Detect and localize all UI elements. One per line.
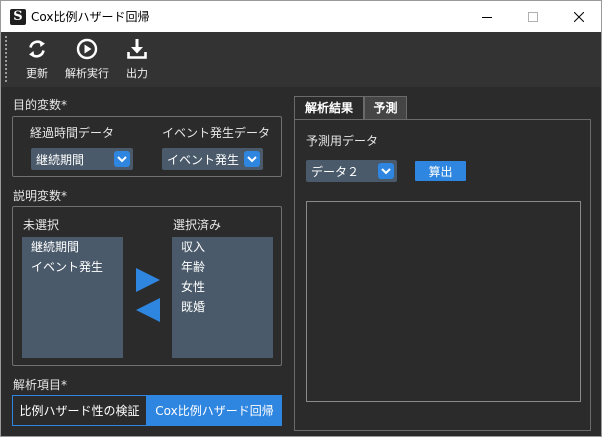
chevron-down-icon — [378, 163, 394, 179]
minimize-button[interactable] — [464, 1, 510, 32]
list-item[interactable]: 女性 — [172, 277, 273, 297]
objective-group: 経過時間データ 継続期間 イベント発生データ イベント発生 — [12, 116, 282, 177]
time-data-select[interactable]: 継続期間 — [31, 148, 133, 170]
list-item[interactable]: 既婚 — [172, 297, 273, 317]
unselected-list[interactable]: 継続期間 イベント発生 — [22, 237, 123, 358]
tab-prediction[interactable]: 予測 — [364, 96, 407, 120]
tab-results[interactable]: 解析結果 — [294, 96, 364, 120]
calculate-button[interactable]: 算出 — [415, 161, 466, 181]
chevron-down-icon — [244, 151, 260, 167]
event-data-value: イベント発生 — [167, 152, 240, 167]
list-item[interactable]: イベント発生 — [22, 257, 123, 277]
prediction-panel: 予測用データ データ２ 算出 — [294, 119, 591, 431]
unselected-label: 未選択 — [23, 218, 60, 232]
maximize-icon — [528, 11, 538, 22]
objective-section-label: 目的変数* — [13, 98, 68, 112]
prediction-data-value: データ２ — [311, 164, 360, 179]
selected-list[interactable]: 収入 年齢 女性 既婚 — [172, 237, 273, 358]
download-icon — [127, 39, 147, 59]
maximize-button[interactable] — [510, 1, 556, 32]
ph-assumption-test-button[interactable]: 比例ハザード性の検証 — [12, 395, 147, 426]
export-button[interactable]: 出力 — [123, 35, 151, 83]
time-data-value: 継続期間 — [36, 152, 85, 167]
close-button[interactable] — [556, 1, 602, 32]
arrow-right-icon — [136, 268, 160, 292]
arrow-left-icon — [136, 298, 160, 322]
toolbar: 更新 解析実行 出力 — [0, 32, 602, 87]
main-content: 目的変数* 経過時間データ 継続期間 イベント発生データ イベント発生 説明変数… — [0, 87, 602, 437]
selected-label: 選択済み — [173, 218, 222, 232]
export-label: 出力 — [126, 67, 148, 80]
explanatory-group: 未選択 継続期間 イベント発生 選択済み 収入 年齢 女性 既婚 — [12, 206, 282, 366]
refresh-icon — [29, 40, 45, 58]
app-icon: S — [10, 9, 26, 25]
list-item[interactable]: 継続期間 — [22, 237, 123, 257]
event-data-select[interactable]: イベント発生 — [162, 148, 263, 170]
close-icon — [574, 11, 584, 22]
refresh-label: 更新 — [26, 67, 48, 80]
event-data-label: イベント発生データ — [162, 126, 271, 140]
run-analysis-button[interactable]: 解析実行 — [64, 35, 110, 83]
toolbar-grip[interactable] — [5, 36, 7, 82]
run-analysis-label: 解析実行 — [65, 67, 109, 80]
window-title: Cox比例ハザード回帰 — [31, 10, 150, 24]
refresh-button[interactable]: 更新 — [23, 35, 51, 83]
title-bar: S Cox比例ハザード回帰 — [0, 0, 602, 32]
list-item[interactable]: 収入 — [172, 237, 273, 257]
time-data-label: 経過時間データ — [30, 126, 115, 140]
prediction-data-label: 予測用データ — [306, 134, 379, 148]
cox-regression-button[interactable]: Cox比例ハザード回帰 — [147, 395, 282, 426]
list-item[interactable]: 年齢 — [172, 257, 273, 277]
prediction-data-select[interactable]: データ２ — [306, 160, 397, 182]
add-variable-button[interactable] — [135, 268, 161, 292]
minimize-icon — [482, 16, 492, 18]
prediction-output — [306, 201, 581, 402]
chevron-down-icon — [114, 151, 130, 167]
analysis-section-label: 解析項目* — [13, 378, 68, 392]
remove-variable-button[interactable] — [135, 298, 161, 322]
explanatory-section-label: 説明変数* — [13, 189, 68, 203]
play-icon — [76, 38, 98, 60]
